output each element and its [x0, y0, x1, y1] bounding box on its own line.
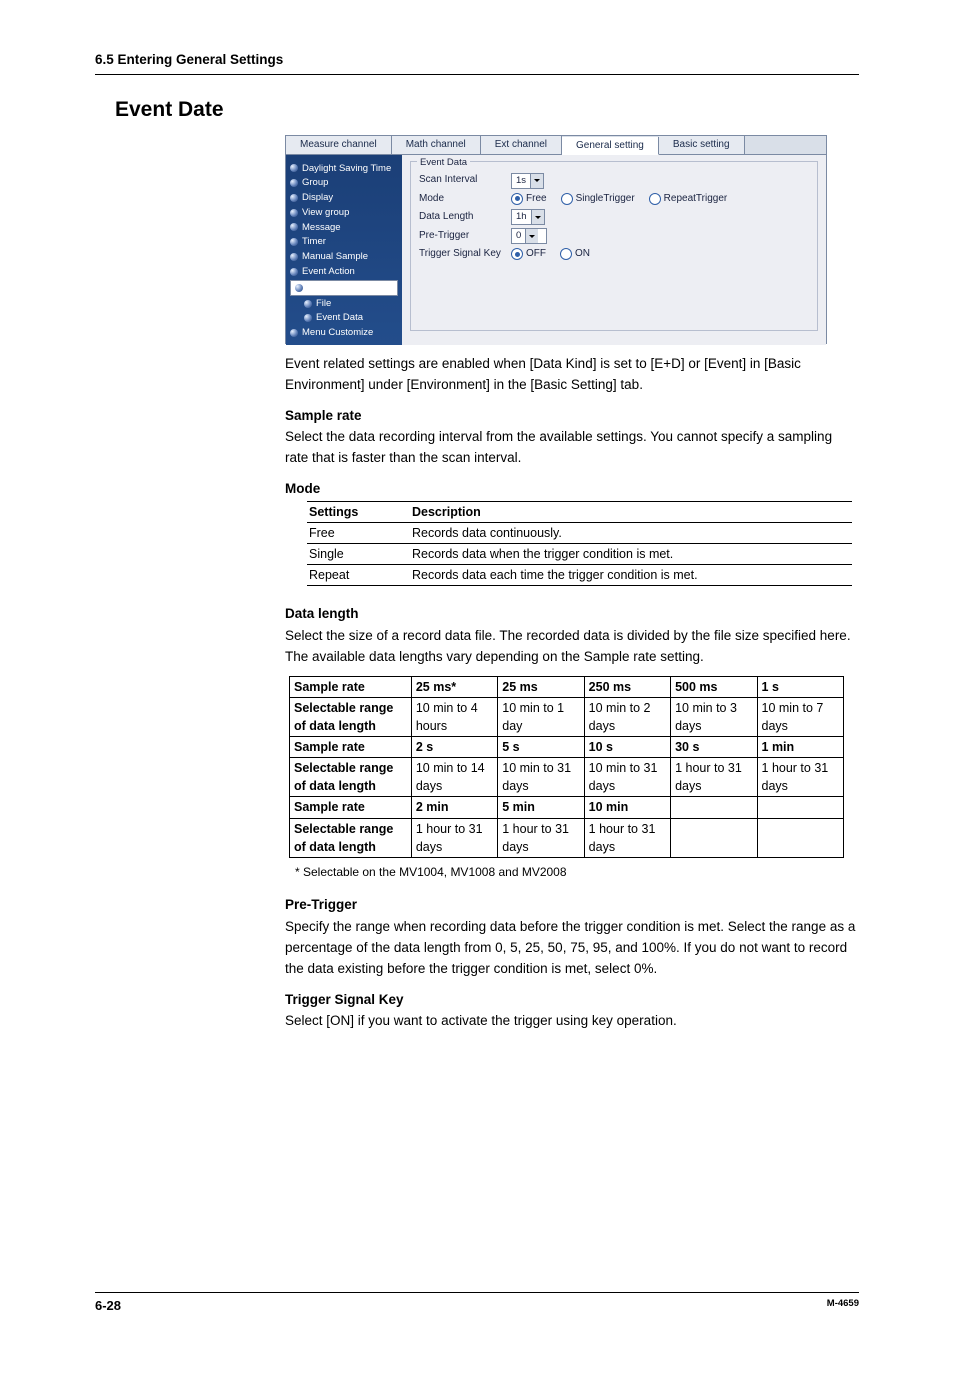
bullet-icon: [295, 284, 303, 292]
trigger-signal-heading: Trigger Signal Key: [285, 990, 859, 1010]
data-length-heading: Data length: [285, 604, 859, 624]
page-footer: 6-28 M-4659: [95, 1292, 859, 1316]
data-length-select[interactable]: 1h: [511, 209, 545, 225]
sidebar-event-action[interactable]: Event Action: [290, 265, 398, 279]
data-length-label: Data Length: [419, 210, 505, 225]
app-screenshot: Measure channel Math channel Ext channel…: [285, 135, 827, 344]
bullet-icon: [290, 268, 298, 276]
intro-text: Event related settings are enabled when …: [285, 354, 859, 396]
sample-rate-text: Select the data recording interval from …: [285, 427, 859, 469]
chevron-down-icon: [531, 210, 544, 224]
radio-icon: [560, 248, 572, 260]
mode-single-radio[interactable]: SingleTrigger: [561, 192, 635, 207]
radio-icon: [511, 193, 523, 205]
data-length-table: Sample rate 25 ms* 25 ms 250 ms 500 ms 1…: [289, 676, 844, 858]
pre-trigger-heading: Pre-Trigger: [285, 895, 859, 915]
sidebar-file[interactable]: File: [304, 297, 398, 311]
chevron-down-icon: [530, 174, 543, 188]
doc-code: M-4659: [827, 1297, 859, 1316]
scan-interval-label: Scan Interval: [419, 173, 505, 188]
bullet-icon: [290, 253, 298, 261]
pre-trigger-select[interactable]: 0: [511, 228, 547, 244]
mode-label: Mode: [419, 192, 505, 207]
mode-heading: Mode: [285, 479, 859, 499]
radio-icon: [649, 193, 661, 205]
pre-trigger-text: Specify the range when recording data be…: [285, 917, 859, 980]
chevron-down-icon: [525, 229, 538, 243]
page-number: 6-28: [95, 1297, 121, 1316]
bullet-icon: [290, 329, 298, 337]
page-title: Event Date: [115, 95, 859, 125]
mode-free-radio[interactable]: Free: [511, 192, 547, 207]
sidebar-menu-custom[interactable]: Menu Customize: [290, 326, 398, 340]
sidebar: Daylight Saving Time Group Display View …: [286, 155, 402, 345]
mode-table: SettingsDescription FreeRecords data con…: [307, 501, 852, 587]
tab-general[interactable]: General setting: [562, 137, 659, 155]
sidebar-message[interactable]: Message: [290, 221, 398, 235]
bullet-icon: [290, 238, 298, 246]
tab-measure[interactable]: Measure channel: [286, 136, 392, 154]
pre-trigger-label: Pre-Trigger: [419, 229, 505, 244]
sidebar-group[interactable]: Group: [290, 176, 398, 190]
tab-math[interactable]: Math channel: [392, 136, 481, 154]
trigger-signal-text: Select [ON] if you want to activate the …: [285, 1011, 859, 1032]
trigger-key-label: Trigger Signal Key: [419, 247, 505, 262]
fieldset-legend: Event Data: [417, 156, 470, 170]
sidebar-viewgroup[interactable]: View group: [290, 206, 398, 220]
sidebar-display[interactable]: Display: [290, 191, 398, 205]
trigger-off-radio[interactable]: OFF: [511, 247, 546, 262]
bullet-icon: [290, 164, 298, 172]
data-length-text: Select the size of a record data file. T…: [285, 626, 859, 668]
mode-repeat-radio[interactable]: RepeatTrigger: [649, 192, 728, 207]
tab-bar: Measure channel Math channel Ext channel…: [286, 136, 826, 155]
bullet-icon: [290, 194, 298, 202]
sample-rate-heading: Sample rate: [285, 406, 859, 426]
sidebar-timer[interactable]: Timer: [290, 235, 398, 249]
bullet-icon: [304, 314, 312, 322]
event-data-fieldset: Event Data Scan Interval 1s Mode Free Si…: [410, 161, 818, 331]
bullet-icon: [290, 209, 298, 217]
header-section: 6.5 Entering General Settings: [95, 50, 859, 75]
dl-footnote: * Selectable on the MV1004, MV1008 and M…: [295, 864, 859, 881]
radio-icon: [511, 248, 523, 260]
sidebar-event-data[interactable]: Event Data: [304, 311, 398, 325]
sidebar-manual[interactable]: Manual Sample: [290, 250, 398, 264]
bullet-icon: [304, 300, 312, 308]
tab-ext[interactable]: Ext channel: [481, 136, 562, 154]
radio-icon: [561, 193, 573, 205]
bullet-icon: [290, 179, 298, 187]
trigger-on-radio[interactable]: ON: [560, 247, 590, 262]
scan-interval-select[interactable]: 1s: [511, 173, 544, 189]
sidebar-dst[interactable]: Daylight Saving Time: [290, 162, 398, 176]
tab-basic[interactable]: Basic setting: [659, 136, 745, 154]
bullet-icon: [290, 223, 298, 231]
sidebar-file-root[interactable]: File: [290, 280, 398, 296]
